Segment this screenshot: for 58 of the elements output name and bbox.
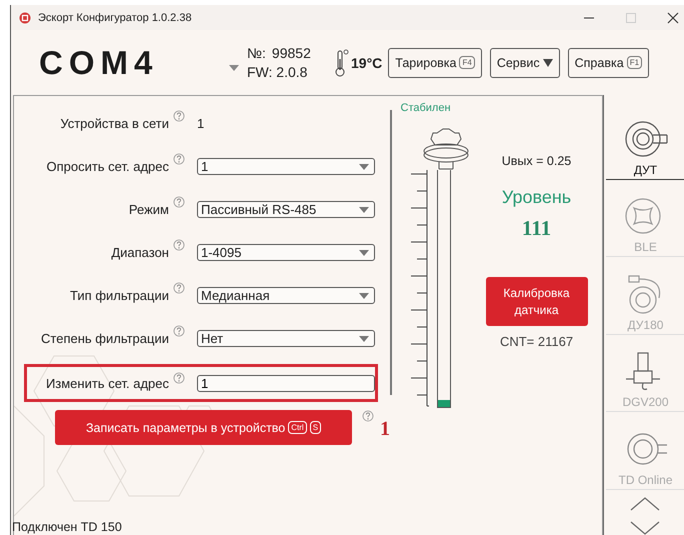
dropdown[interactable]: Пассивный RS-485 xyxy=(197,201,375,218)
field-value: 1 xyxy=(197,116,204,131)
calibrate-button[interactable]: Калибровка датчика xyxy=(486,277,588,326)
dropdown[interactable]: Нет xyxy=(197,330,375,347)
header-button[interactable]: Сервис xyxy=(490,48,560,78)
level-value: 111 xyxy=(522,216,552,241)
maximize-icon xyxy=(625,12,637,24)
dropdown-caret-icon xyxy=(359,292,369,298)
chevron-up-icon xyxy=(630,496,660,511)
header-button[interactable]: Справка F1 xyxy=(568,48,650,78)
field-label: Степень фильтрации xyxy=(40,331,169,346)
window-title: Эскорт Конфигуратор 1.0.2.38 xyxy=(38,12,192,24)
write-button[interactable]: Записать параметры в устройство Ctrl S xyxy=(55,410,352,445)
hotkey-badge: S xyxy=(310,421,322,434)
field-label: Режим xyxy=(128,202,169,217)
dropdown-caret-icon xyxy=(359,206,369,212)
caret-icon xyxy=(542,58,553,66)
hotkey-badge: F4 xyxy=(459,56,475,69)
help-icon xyxy=(173,153,185,165)
help-icon xyxy=(173,239,185,251)
hotkey-badge: Ctrl xyxy=(288,421,307,434)
dropdown-caret-icon xyxy=(229,64,239,70)
chevron-down-icon xyxy=(630,520,660,535)
help-icon xyxy=(362,410,374,422)
thermometer-icon xyxy=(335,48,349,76)
help-icon xyxy=(173,110,185,122)
firmware-version: FW: 2.0.8 xyxy=(247,64,308,80)
dropdown-caret-icon xyxy=(359,336,369,342)
voltage-reading: Uвых = 0.25 xyxy=(502,154,572,168)
serial-label: №: xyxy=(247,45,266,61)
annotation-number: 1 xyxy=(380,418,390,441)
close-icon xyxy=(667,12,679,24)
input-field[interactable]: 1 xyxy=(197,374,375,392)
dropdown-caret-icon xyxy=(359,250,369,256)
hotkey-badge: F1 xyxy=(626,56,642,69)
dropdown[interactable]: 1 xyxy=(197,158,375,175)
field-label: Диапазон xyxy=(110,245,169,260)
level-title: Уровень xyxy=(502,187,572,208)
field-label: Устройства в сети xyxy=(59,116,169,131)
app-logo-icon xyxy=(19,12,31,24)
field-label: Изменить сет. адрес xyxy=(44,376,169,390)
dropdown[interactable]: 1-4095 xyxy=(197,244,375,261)
port-name: COM4 xyxy=(39,44,160,82)
dropdown-caret-icon xyxy=(359,164,369,170)
help-icon xyxy=(173,325,185,337)
help-icon xyxy=(173,372,185,384)
header-button[interactable]: Тарировка F4 xyxy=(388,48,482,78)
serial-number: 99852 xyxy=(272,45,311,61)
help-icon xyxy=(173,282,185,294)
connection-status: Подключен TD 150 xyxy=(12,520,123,535)
field-label: Опросить сет. адрес xyxy=(45,159,169,174)
help-icon xyxy=(173,196,185,208)
device-tab[interactable]: ДУТ xyxy=(606,111,684,180)
temperature-reading: 19°C xyxy=(351,54,382,70)
dropdown[interactable]: Медианная xyxy=(197,287,375,304)
stability-status: Стабилен xyxy=(400,102,452,114)
counter-reading: CNT= 21167 xyxy=(500,334,574,349)
field-label: Тип фильтрации xyxy=(69,288,169,303)
